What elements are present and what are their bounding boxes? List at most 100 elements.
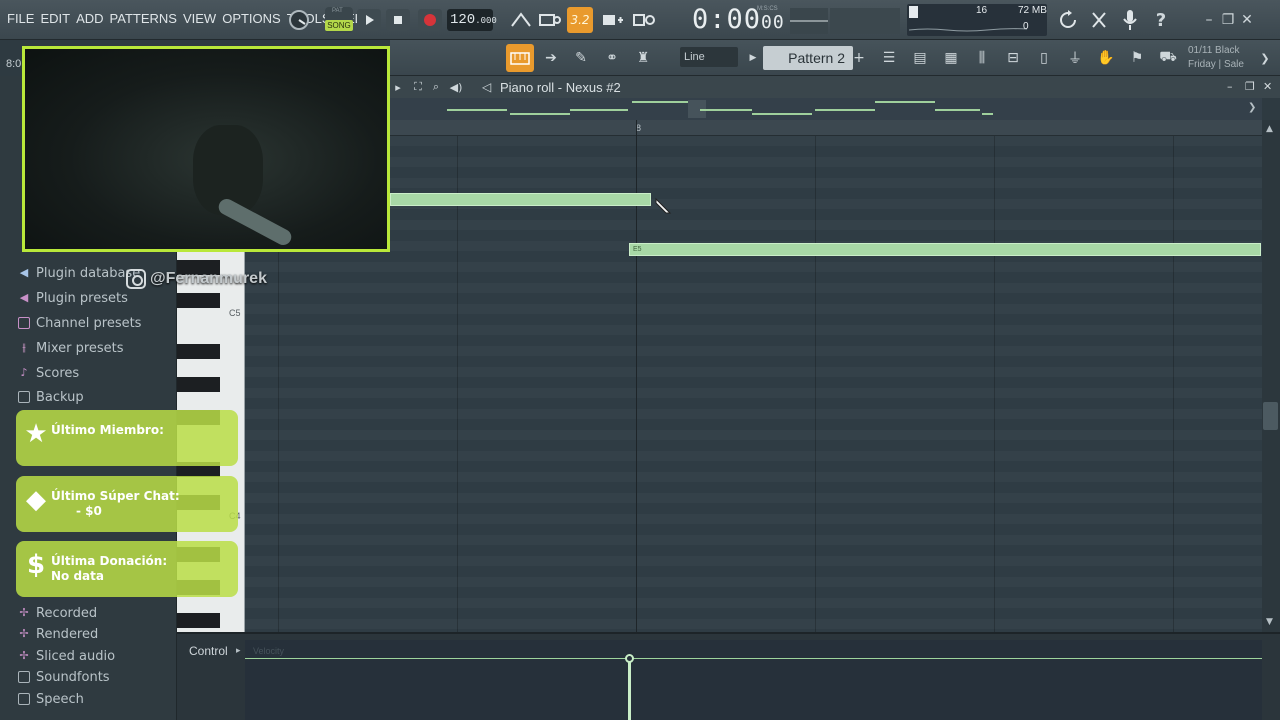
step-edit-button[interactable] [600,7,626,33]
black-key[interactable] [177,377,220,392]
note[interactable]: E5 [629,243,1261,256]
velocity-bar[interactable] [628,658,631,720]
browser-item-mixer-presets[interactable]: ⫲ Mixer presets [18,338,124,358]
playlist-button[interactable]: ☰ [876,45,902,71]
knob-icon [289,10,309,30]
minimize-icon: – [1205,12,1213,28]
pr-minimize-icon[interactable]: – [1227,80,1233,93]
timeline-ruler[interactable] [390,120,1262,136]
polyphony-value: 0 [1023,21,1029,32]
arrow-button[interactable]: ➔ [538,45,564,71]
dj-button[interactable]: ⚑ [1124,45,1150,71]
scroll-down-icon[interactable]: ▼ [1266,617,1273,627]
velocity-lane[interactable] [245,640,1262,720]
browser-item-soundfonts[interactable]: Soundfonts [18,667,110,687]
note-icon: ♪ [20,366,28,379]
browser-item-scores[interactable]: ♪ Scores [18,363,79,383]
snap-mode-select[interactable]: Line [680,47,738,67]
browser-item-plugin-database[interactable]: ◀ Plugin database [18,263,140,283]
menu-options[interactable]: OPTIONS [221,11,282,26]
control-label[interactable]: Control [189,644,228,658]
black-key[interactable] [177,344,220,359]
piano-roll-button[interactable]: ▤ [907,45,933,71]
pattern-selector[interactable]: Pattern 2 [763,46,853,70]
speaker-icon: ◀) [449,80,463,94]
hint-next-button[interactable]: ❯ [1256,45,1274,71]
browser-item-sliced-audio[interactable]: ✢ Sliced audio [18,646,115,666]
last-member-box: ★ Último Miembro: [16,410,238,466]
record-button[interactable] [418,9,442,31]
news-hint[interactable]: 01/11 Black Friday | Sale [1188,44,1244,72]
browser-item-recorded[interactable]: ✢ Recorded [18,603,97,623]
tempo-display[interactable]: 120.000 [447,9,497,31]
hint-line-2: Friday | Sale [1188,59,1244,70]
undo-history-button[interactable] [1055,7,1081,33]
pr-menu-icon[interactable]: ◁ [482,80,491,94]
shop-button[interactable]: ⛟ [1155,45,1181,71]
menu-file[interactable]: FILE [6,11,35,26]
pr-restore-icon[interactable]: ❐ [1245,80,1255,93]
record-audio-button[interactable] [1117,7,1143,33]
typing-keyboard-button[interactable] [506,44,534,72]
audio-icon: ✢ [19,649,29,662]
stop-button[interactable] [386,9,410,31]
browser-item-label: Rendered [36,626,99,642]
pat-song-toggle[interactable]: PAT SONG [325,7,353,33]
control-target-label: Velocity [253,646,285,656]
menu-add[interactable]: ADD [75,11,104,26]
link-button[interactable]: ⚭ [599,45,625,71]
close-window-button[interactable]: ✕ [1238,7,1256,33]
add-pattern-button[interactable]: + [852,45,866,71]
scrollbar-thumb[interactable] [1263,402,1278,430]
pr-fullscreen-button[interactable]: ⛶ [410,77,426,97]
metronome-button[interactable] [508,7,534,33]
wait-input-button[interactable] [537,7,563,33]
pattern-prev-button[interactable]: ▶ [746,45,760,71]
browser-item-label: Mixer presets [36,340,124,356]
scroll-up-icon[interactable]: ▲ [1266,124,1273,134]
browser-item-rendered[interactable]: ✢ Rendered [18,624,98,644]
master-volume-knob[interactable] [286,7,312,33]
loop-record-button[interactable] [631,7,657,33]
menu-patterns[interactable]: PATTERNS [109,11,178,26]
channel-rack-button[interactable]: ▦ [938,45,964,71]
velocity-handle[interactable] [625,654,634,663]
cut-tool-button[interactable] [1086,7,1112,33]
pr-zoom-button[interactable]: ⌕ [428,77,444,97]
vertical-scrollbar[interactable] [1262,120,1280,632]
browser-button[interactable]: ⊟ [1000,45,1026,71]
browser-item-label: Backup [36,389,84,405]
restore-button[interactable]: ❐ [1219,7,1237,33]
pr-arrow-button[interactable]: ▸ [390,77,406,97]
mixer-button[interactable]: ⫼ [969,45,995,71]
pr-close-icon[interactable]: ✕ [1263,80,1272,93]
browser-item-channel-presets[interactable]: Channel presets [18,313,141,333]
minimize-button[interactable]: – [1200,7,1218,33]
note[interactable] [390,193,651,206]
help-button[interactable]: ? [1148,7,1174,33]
oscilloscope-display [790,8,900,34]
browser-item-speech[interactable]: Speech [18,689,84,709]
browser-item-plugin-presets[interactable]: ◀ Plugin presets [18,288,128,308]
stamp-button[interactable]: ♜ [630,45,656,71]
plugin-picker-button[interactable]: ⏚ [1062,45,1088,71]
touch-controller-button[interactable]: ✋ [1093,45,1119,71]
browser-item-backup[interactable]: Backup [18,387,84,407]
play-button[interactable] [357,9,381,31]
black-key[interactable] [177,293,220,308]
black-key[interactable] [177,613,220,628]
snap-count-button[interactable]: 3.2 [567,7,593,33]
menu-edit[interactable]: EDIT [39,11,71,26]
playlist-icon: ☰ [882,50,896,66]
overview-scroll-right[interactable]: ❯ [1248,102,1256,113]
draw-tool-button[interactable]: ✎ [568,45,594,71]
fullscreen-icon: ⛶ [414,80,422,93]
menu-view[interactable]: VIEW [182,11,217,26]
project-info-button[interactable]: ▯ [1031,45,1057,71]
diamond-icon: ◆ [26,485,46,515]
pr-speaker-button[interactable]: ◀) [448,77,464,97]
chevron-right-icon[interactable]: ▸ [236,646,241,656]
hint-line-1: 01/11 Black [1188,45,1240,56]
mixer-icon: ⫼ [978,50,986,66]
arrow-icon: ▸ [395,80,401,94]
